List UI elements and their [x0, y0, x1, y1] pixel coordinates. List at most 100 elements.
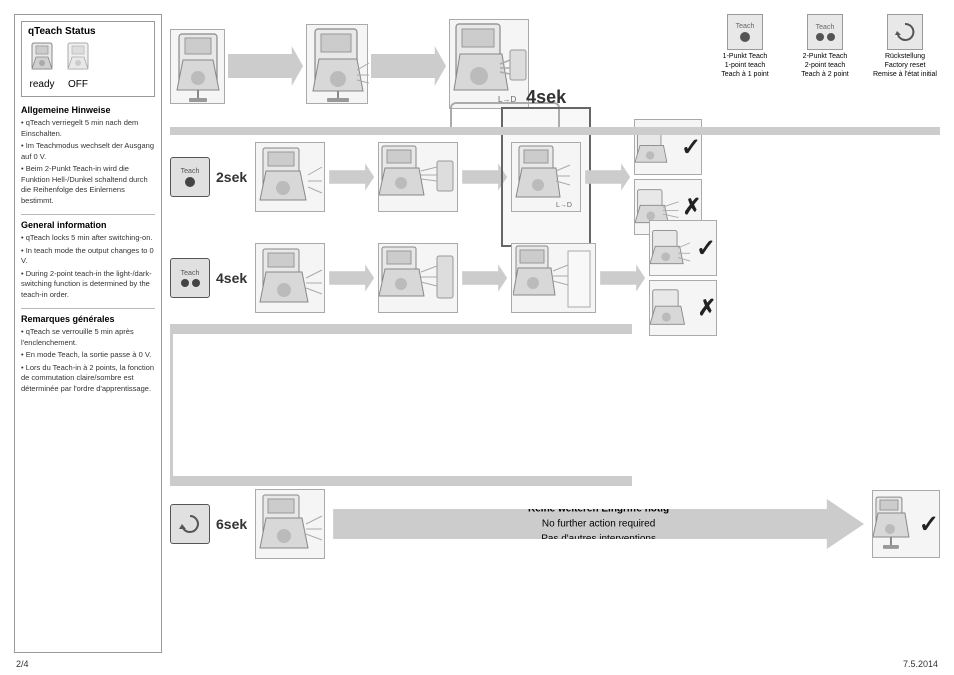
checkmark-r2: ✓ — [696, 234, 716, 263]
flow-r3-device-1 — [255, 489, 325, 559]
legend-area: Teach 1-Punkt Teach 1-point teach Teach … — [710, 14, 940, 79]
flow-r1-device-3: L→D — [511, 142, 581, 212]
page-footer: 2/4 7.5.2014 — [16, 659, 938, 669]
legend-1point-text: 1-Punkt Teach 1-point teach Teach à 1 po… — [721, 52, 768, 79]
teach-btn-2dot: Teach — [170, 258, 210, 298]
info-title-german: Allgemeine Hinweise — [21, 105, 155, 115]
legend-2point-text: 2-Punkt Teach 2-point teach Teach à 2 po… — [801, 52, 848, 79]
separator-1 — [21, 214, 155, 215]
flow-r3-banner-arrow: Keine weiteren Eingriffe nötig No furthe… — [333, 499, 864, 549]
svg-text:L→D: L→D — [556, 202, 572, 209]
legend-reset-text: Rückstellung Factory reset Remise à l'ét… — [873, 52, 937, 79]
crossmark-r2: ✗ — [698, 295, 716, 321]
status-off-label: OFF — [68, 79, 88, 90]
highlight-4sek-label: 4sek — [526, 87, 566, 108]
flow-r2-d2-icon — [379, 244, 457, 312]
legend-r-fr: Remise à l'état initial — [873, 70, 937, 79]
flow-r2-d3-icon — [513, 243, 595, 313]
status-title: qTeach Status — [28, 26, 148, 37]
flow-r2-arrow-1 — [329, 261, 374, 295]
german-bullet-1: qTeach verriegelt 5 min nach dem Einscha… — [21, 118, 155, 139]
info-text-french: qTeach se verrouille 5 min après l'encle… — [21, 327, 155, 394]
crossmark-r1: ✗ — [683, 194, 701, 220]
legend-reset-icon — [887, 14, 923, 50]
info-title-french: Remarques générales — [21, 314, 155, 324]
off-device-icon — [64, 41, 92, 77]
legend-1point: Teach 1-Punkt Teach 1-point teach Teach … — [710, 14, 780, 79]
result-cross-r2: ✗ — [649, 280, 717, 336]
legend-2p-en: 2-point teach — [801, 61, 848, 70]
legend-2p-de: 2-Punkt Teach — [801, 52, 848, 61]
flow-r2-device-1 — [255, 243, 325, 313]
flow-r2-d1-icon — [258, 246, 323, 311]
reset-icon — [894, 21, 916, 43]
german-bullet-3: Beim 2-Punkt Teach-in wird die Funktion … — [21, 164, 155, 206]
flow-r1-d3-icon: L→D — [514, 143, 579, 211]
legend-2p-fr: Teach à 2 point — [801, 70, 848, 79]
french-bullet-2: En mode Teach, la sortie passe à 0 V. — [21, 350, 155, 361]
teach-label-icon: Teach — [736, 23, 755, 30]
flow-r1-results: ✓ ✗ — [634, 119, 702, 235]
checkmark-r1: ✓ — [681, 133, 701, 162]
legend-1point-icon: Teach — [727, 14, 763, 50]
info-title-english: General information — [21, 220, 155, 230]
connector-vert-left — [170, 324, 173, 486]
info-text-german: qTeach verriegelt 5 min nach dem Einscha… — [21, 118, 155, 206]
separator-2 — [21, 308, 155, 309]
top-device-1 — [170, 29, 225, 104]
status-images: ready OFF — [28, 41, 148, 90]
top-device-1-icon — [171, 30, 226, 105]
english-bullet-1: qTeach locks 5 min after switching-on. — [21, 233, 155, 244]
page-number: 2/4 — [16, 659, 29, 669]
french-bullet-1: qTeach se verrouille 5 min après l'encle… — [21, 327, 155, 348]
time-2sek: 2sek — [216, 169, 247, 185]
teach-btn-1dot: Teach — [170, 157, 210, 197]
legend-2point: Teach 2-Punkt Teach 2-point teach Teach … — [790, 14, 860, 79]
legend-1p-en: 1-point teach — [721, 61, 768, 70]
flow-r2-arrow-3 — [600, 261, 645, 295]
page-date: 7.5.2014 — [903, 659, 938, 669]
result-r2-d1 — [650, 226, 692, 270]
flow-r1-device-1 — [255, 142, 325, 212]
info-panel: qTeach Status ready — [14, 14, 162, 653]
status-ready-label: ready — [29, 79, 54, 90]
legend-reset: Rückstellung Factory reset Remise à l'ét… — [870, 14, 940, 79]
flow-r2-device-3 — [511, 243, 596, 313]
connector-bar-mid — [170, 324, 632, 334]
banner-text-de: Keine weiteren Eingriffe nötig — [528, 502, 669, 517]
flow-r1-device-2 — [378, 142, 458, 212]
connector-bar-top — [170, 127, 940, 135]
legend-2point-icon: Teach — [807, 14, 843, 50]
highlight-4sek-region: 4sek L→D — [511, 142, 581, 212]
french-bullet-3: Lors du Teach-in à 2 points, la fonction… — [21, 363, 155, 395]
legend-1p-fr: Teach à 1 point — [721, 70, 768, 79]
info-section-english: General information qTeach locks 5 min a… — [21, 220, 155, 300]
status-off: OFF — [64, 41, 92, 90]
banner-text-en: No further action required — [528, 517, 669, 532]
banner-text-fr: Pas d'autres interventions — [528, 532, 669, 547]
legend-r-en: Factory reset — [873, 61, 937, 70]
connector-bar-bot — [170, 476, 632, 486]
flow-r1-d2-icon — [379, 143, 457, 211]
english-bullet-3: During 2-point teach-in the light-/dark-… — [21, 269, 155, 301]
top-device-2 — [306, 24, 368, 104]
result-check-r2: ✓ — [649, 220, 717, 276]
teach-btn-reset — [170, 504, 210, 544]
top-arrow-2 — [371, 46, 446, 86]
checkmark-r3: ✓ — [919, 510, 939, 539]
flow-r2-device-2 — [378, 243, 458, 313]
info-text-english: qTeach locks 5 min after switching-on. I… — [21, 233, 155, 300]
info-section-french: Remarques générales qTeach se verrouille… — [21, 314, 155, 394]
time-4sek: 4sek — [216, 270, 247, 286]
main-content: L→D Teach 1-Punkt Teach 1-point teach Te… — [170, 14, 940, 653]
english-bullet-2: In teach mode the output changes to 0 V. — [21, 246, 155, 267]
flow-r3-d1-icon — [258, 492, 323, 557]
flow-r1-arrow-1 — [329, 160, 374, 194]
status-box: qTeach Status ready — [21, 21, 155, 97]
teach-dot-1 — [740, 32, 750, 42]
flow-row-2: Teach 4sek — [170, 232, 940, 324]
legend-r-de: Rückstellung — [873, 52, 937, 61]
flow-r2-results: ✓ ✗ — [649, 220, 717, 336]
flow-row-3: 6sek Keine weiteren Eingriffe nötig No f… — [170, 484, 940, 564]
status-ready: ready — [28, 41, 56, 90]
